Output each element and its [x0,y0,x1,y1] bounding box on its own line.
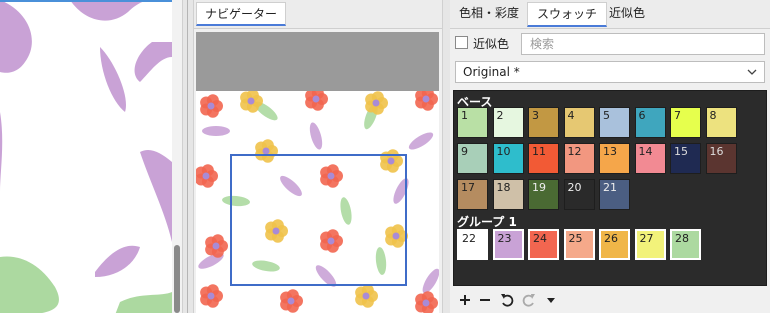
minus-icon[interactable] [476,291,494,309]
tab-hue-saturation[interactable]: 色相・彩度 [450,2,528,27]
swatch-toolbar [450,289,770,313]
swatch-number: 9 [461,145,468,158]
swatch-number: 19 [532,181,546,194]
swatch-number: 1 [461,109,468,122]
scrollbar-thumb[interactable] [174,245,180,313]
navigator-view-rectangle[interactable] [230,154,407,286]
swatch-filter-row: 近似色 [455,33,765,55]
swatch-number: 18 [496,181,511,194]
swatch[interactable]: 17 [457,179,488,210]
swatch-number: 20 [567,181,582,194]
swatch-number: 4 [567,109,575,122]
navigator-preview[interactable] [196,32,439,313]
color-panel-tabbar: 色相・彩度 スウォッチ 近似色 [450,0,770,29]
navigator-out-of-canvas-area [196,32,439,91]
swatch-number: 10 [496,145,511,158]
swatch[interactable]: 4 [563,107,595,138]
swatch[interactable]: 5 [599,107,630,138]
swatch-number: 21 [603,181,617,194]
swatch-number: 16 [709,145,724,158]
swatch[interactable]: 16 [705,143,737,174]
panel-splitter-2[interactable] [442,0,450,313]
swatch[interactable]: 14 [634,143,666,174]
swatch-number: 17 [461,181,475,194]
section-title-group1: グループ 1 [457,215,517,229]
swatch[interactable]: 12 [563,143,595,174]
canvas-artwork [0,2,172,313]
swatch-number: 3 [532,109,539,122]
swatch[interactable]: 25 [563,229,595,260]
swatch[interactable]: 13 [599,143,630,174]
swatch-search-input[interactable] [521,33,765,55]
swatch-number: 23 [497,232,512,245]
approx-color-checkbox[interactable] [455,36,468,49]
swatch-number: 27 [639,232,654,245]
swatch-number: 14 [638,145,653,158]
swatch[interactable]: 26 [599,229,630,260]
canvas-view[interactable] [0,0,172,313]
swatch[interactable]: 9 [457,143,488,174]
swatch-number: 28 [675,232,689,245]
swatch-number: 22 [462,232,476,245]
swatch[interactable]: 2 [492,107,524,138]
swatch[interactable]: 27 [634,229,666,260]
approx-color-checkbox-label: 近似色 [473,37,510,51]
undo-icon[interactable] [498,291,516,309]
swatch[interactable]: 7 [670,107,701,138]
swatch[interactable]: 22 [457,229,488,260]
swatch[interactable]: 11 [528,143,559,174]
swatch-grid: ベース 1 2 3 4 5 6 7 8 9 10 11 12 13 14 15 16 17 18 19 20 21 グル… [453,90,767,286]
swatch[interactable]: 18 [492,179,524,210]
swatch-number: 26 [604,232,618,245]
swatch[interactable]: 24 [528,229,559,260]
swatch[interactable]: 19 [528,179,559,210]
tab-navigator[interactable]: ナビゲーター [196,2,287,26]
chevron-down-icon [747,69,757,75]
swatch-number: 24 [533,232,547,245]
swatch-number: 13 [603,145,617,158]
swatch-number: 11 [532,145,546,158]
swatch-number: 6 [638,109,646,122]
swatch-number: 7 [674,109,681,122]
tab-swatches[interactable]: スウォッチ [527,2,608,27]
panel-splitter[interactable] [182,0,194,313]
swatch[interactable]: 3 [528,107,559,138]
palette-select-value: Original * [463,65,520,79]
color-panel: 色相・彩度 スウォッチ 近似色 近似色 Original * ベース 12345… [450,0,770,313]
swatch[interactable]: 6 [634,107,666,138]
navigator-tabbar: ナビゲーター [194,0,442,29]
tab-approx-color[interactable]: 近似色 [600,2,654,27]
swatch[interactable]: 23 [492,229,524,260]
swatch-number: 2 [496,109,504,122]
swatch-number: 5 [603,109,610,122]
swatch[interactable]: 8 [705,107,737,138]
swatch[interactable]: 15 [670,143,701,174]
swatch[interactable]: 20 [563,179,595,210]
redo-icon[interactable] [520,291,538,309]
canvas-vertical-scrollbar[interactable] [172,0,182,313]
swatch[interactable]: 1 [457,107,488,138]
caret-down-icon[interactable] [542,291,560,309]
swatch-number: 15 [674,145,688,158]
swatch-number: 12 [567,145,582,158]
swatch[interactable]: 10 [492,143,524,174]
navigator-panel: ナビゲーター [194,0,442,313]
swatch-number: 8 [709,109,717,122]
plus-icon[interactable] [456,291,474,309]
swatch-number: 25 [568,232,583,245]
palette-select[interactable]: Original * [455,61,765,83]
swatch[interactable]: 28 [670,229,701,260]
swatch[interactable]: 21 [599,179,630,210]
